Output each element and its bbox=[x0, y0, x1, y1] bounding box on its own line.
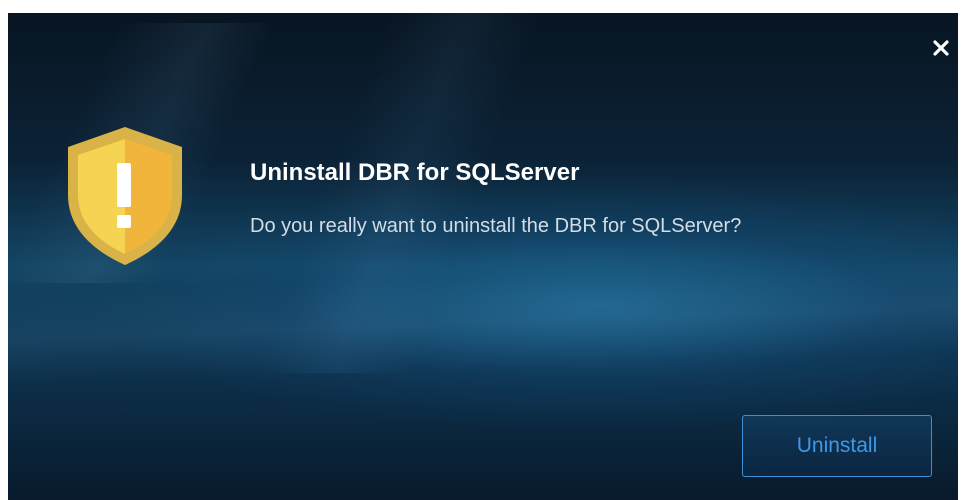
uninstall-button[interactable]: Uninstall bbox=[742, 415, 932, 477]
close-icon[interactable] bbox=[930, 37, 952, 59]
dialog-title: Uninstall DBR for SQLServer bbox=[250, 159, 580, 186]
background-light-band bbox=[8, 263, 958, 383]
background-light-streak bbox=[128, 13, 648, 373]
uninstall-dialog: Uninstall DBR for SQLServer Do you reall… bbox=[8, 13, 958, 500]
dialog-message: Do you really want to uninstall the DBR … bbox=[250, 215, 742, 237]
warning-shield-icon bbox=[64, 125, 186, 267]
